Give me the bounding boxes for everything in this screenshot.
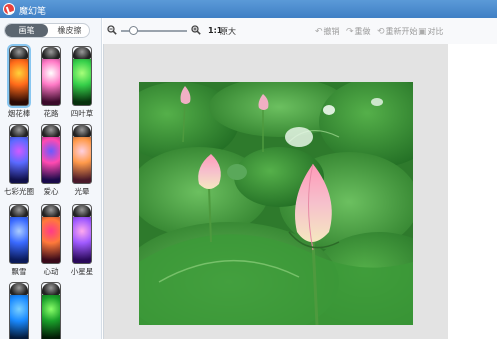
brush-swatch [42, 59, 60, 105]
zoom-out-icon[interactable] [107, 25, 117, 35]
restart-icon: ⟲ [377, 27, 385, 37]
title-bar: 魔幻笔 [0, 0, 497, 18]
brush-tube-icon [9, 46, 29, 106]
brush-cap [42, 283, 60, 295]
restart-label: 重新开始 [385, 27, 418, 36]
brush-label: 四叶草 [70, 109, 94, 118]
brush-swatch [10, 295, 28, 339]
redo-button[interactable]: ↷重做 [346, 26, 371, 37]
lotus-photo[interactable] [139, 82, 413, 325]
brush-swatch [73, 137, 91, 183]
brush-sidebar: 画笔 橡皮擦 烟花棒 花路 四叶草 七彩光圈 爱心 光晕 飘雪 心动 小星星 [0, 18, 102, 339]
brush-tube-icon [41, 46, 61, 106]
zoom-in-icon[interactable] [191, 25, 201, 35]
brush-swatch [42, 217, 60, 263]
tab-eraser[interactable]: 橡皮擦 [48, 24, 89, 37]
original-size-button[interactable]: 原大 [220, 26, 236, 37]
brush-label: 飘雪 [11, 267, 27, 276]
brush-tube-icon [41, 282, 61, 339]
brush-cap [10, 283, 28, 295]
right-panel [448, 44, 497, 339]
redo-label: 重做 [354, 27, 371, 36]
brush-label: 光晕 [74, 187, 90, 196]
brush-tube-icon [9, 204, 29, 264]
brush-cap [42, 47, 60, 59]
brush-cap [73, 125, 91, 137]
compare-button[interactable]: ▣对比 [418, 26, 444, 37]
brush-swatch [73, 217, 91, 263]
compare-label: 对比 [427, 27, 444, 36]
brush-swatch [10, 217, 28, 263]
brush-label: 烟花棒 [7, 109, 31, 118]
brush-tube-icon [9, 124, 29, 184]
compare-icon: ▣ [418, 27, 427, 37]
brush-swatch [10, 59, 28, 105]
brush-swatch [73, 59, 91, 105]
lotus-photo-image [139, 82, 413, 325]
brush-label: 七彩光圈 [4, 187, 34, 196]
undo-icon: ↶ [315, 27, 323, 37]
toolbar: 1:1 原大 ↶撤销 ↷重做 ⟲重新开始 ▣对比 [103, 18, 497, 44]
brush-tube-icon [72, 46, 92, 106]
brush-cap [10, 205, 28, 217]
zoom-slider-handle[interactable] [129, 26, 138, 35]
undo-label: 撤销 [323, 27, 340, 36]
app-logo-icon [3, 3, 15, 15]
tool-tabs: 画笔 橡皮擦 [4, 23, 90, 38]
brush-swatch [42, 137, 60, 183]
brush-tube-icon [9, 282, 29, 339]
redo-icon: ↷ [346, 27, 354, 37]
undo-button[interactable]: ↶撤销 [315, 26, 340, 37]
brush-cap [73, 205, 91, 217]
brush-cap [42, 205, 60, 217]
brush-cap [42, 125, 60, 137]
window-title: 魔幻笔 [19, 7, 47, 17]
brush-tube-icon [41, 204, 61, 264]
brush-cap [10, 125, 28, 137]
restart-button[interactable]: ⟲重新开始 [377, 26, 418, 37]
brush-tube-icon [72, 204, 92, 264]
brush-swatch [42, 295, 60, 339]
brush-cap [73, 47, 91, 59]
brush-label: 小星星 [70, 267, 94, 276]
tab-brush[interactable]: 画笔 [5, 24, 48, 37]
brush-cap [10, 47, 28, 59]
brush-tube-icon [41, 124, 61, 184]
brush-tube-icon [72, 124, 92, 184]
brush-swatch [10, 137, 28, 183]
